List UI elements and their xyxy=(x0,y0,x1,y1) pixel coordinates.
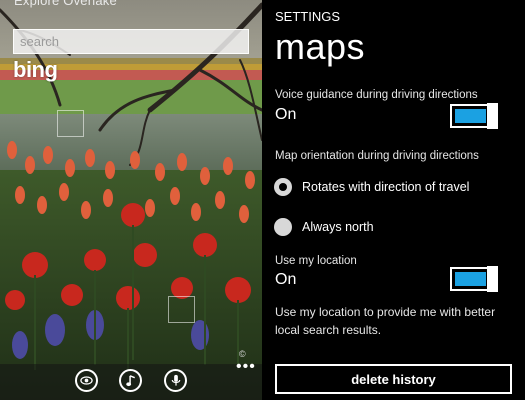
toggle-knob[interactable] xyxy=(487,103,498,129)
radio-always-north[interactable]: Always north xyxy=(274,216,374,238)
vision-focus-marker[interactable] xyxy=(57,110,84,137)
microphone-icon xyxy=(171,374,180,386)
settings-panel: SETTINGS maps Voice guidance during driv… xyxy=(262,0,525,400)
toggle-fill xyxy=(455,272,486,286)
more-options-button[interactable]: ••• xyxy=(236,358,256,376)
search-input[interactable]: search xyxy=(13,29,249,54)
music-note-icon xyxy=(125,375,135,387)
radio-selected-dot xyxy=(279,183,287,191)
music-button[interactable] xyxy=(119,369,142,392)
voice-guidance-label: Voice guidance during driving directions xyxy=(275,89,478,101)
radio-rotates-with-travel[interactable]: Rotates with direction of travel xyxy=(274,176,469,198)
vision-focus-marker[interactable] xyxy=(168,296,195,323)
delete-history-button[interactable]: delete history xyxy=(275,364,512,394)
page-title: maps xyxy=(275,26,366,67)
location-caption: Explore Overlake xyxy=(14,0,117,8)
settings-header: SETTINGS xyxy=(275,9,341,24)
use-location-toggle[interactable] xyxy=(450,266,498,292)
eye-icon xyxy=(80,376,93,385)
vision-button[interactable] xyxy=(75,369,98,392)
use-location-description: Use my location to provide me with bette… xyxy=(275,305,496,337)
voice-guidance-toggle[interactable] xyxy=(450,103,498,129)
toggle-fill xyxy=(455,109,486,123)
map-orientation-label: Map orientation during driving direction… xyxy=(275,150,479,162)
toggle-knob[interactable] xyxy=(487,266,498,292)
voice-guidance-value: On xyxy=(275,106,297,123)
use-location-label: Use my location xyxy=(275,255,357,267)
radio-button-selected[interactable] xyxy=(274,178,292,196)
camera-vision-panel: Explore Overlake search bing © ••• xyxy=(0,0,262,400)
app-bar: ••• xyxy=(0,358,262,400)
radio-label: Always north xyxy=(302,220,374,234)
bing-logo: bing xyxy=(13,57,58,82)
voice-search-button[interactable] xyxy=(164,369,187,392)
use-location-value: On xyxy=(275,271,297,288)
radio-button[interactable] xyxy=(274,218,292,236)
radio-label: Rotates with direction of travel xyxy=(302,180,470,194)
